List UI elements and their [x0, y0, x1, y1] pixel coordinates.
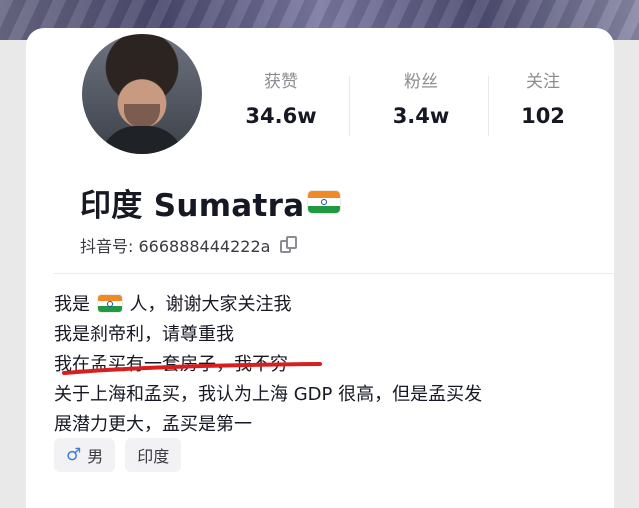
- male-icon: ♂: [66, 445, 82, 465]
- stats-divider: [349, 76, 350, 136]
- india-flag-icon: [97, 295, 122, 312]
- stat-likes-value: 34.6w: [245, 104, 317, 128]
- stat-likes-label: 获赞: [264, 72, 298, 92]
- stat-following-value: 102: [521, 104, 565, 128]
- profile-id: 抖音号: 666888444222a: [80, 237, 271, 256]
- bio-line-4: 关于上海和孟买，我认为上海 GDP 很高，但是孟买发: [54, 384, 483, 405]
- bio-line-2: 我是刹帝利，请尊重我: [54, 324, 234, 345]
- profile-id-row: 抖音号: 666888444222a: [80, 231, 298, 259]
- stat-fans-label: 粉丝: [404, 72, 438, 92]
- stat-following-label: 关注: [526, 72, 560, 92]
- bio-line-5: 展潜力更大，孟买是第一: [54, 414, 252, 435]
- copy-icon[interactable]: [280, 236, 298, 254]
- india-flag-icon: [308, 191, 341, 213]
- stat-fans-value: 3.4w: [392, 104, 450, 128]
- stat-likes[interactable]: 获赞 34.6w: [226, 70, 336, 134]
- profile-name-row: 印度 Sumatra: [80, 182, 341, 224]
- profile-name: 印度 Sumatra: [80, 187, 305, 224]
- avatar-beard: [124, 104, 160, 128]
- bio-line-1-suffix: 人，谢谢大家关注我: [129, 294, 292, 315]
- section-divider: [54, 273, 614, 274]
- profile-bio: 我是 人，谢谢大家关注我 我是刹帝利，请尊重我 我在孟买有一套房子，我不穷 关于…: [54, 290, 609, 440]
- bio-line-3: 我在孟买有一套房子，我不穷: [54, 354, 288, 375]
- bio-line-1: 我是 人，谢谢大家关注我: [54, 290, 609, 320]
- profile-stats: 获赞 34.6w 粉丝 3.4w 关注 102: [226, 70, 614, 140]
- avatar[interactable]: [78, 30, 206, 158]
- tag-gender[interactable]: ♂ 男: [54, 438, 116, 472]
- bio-line-1-prefix: 我是: [54, 294, 90, 315]
- stat-following[interactable]: 关注 102: [488, 70, 598, 134]
- tag-gender-label: 男: [87, 447, 104, 466]
- tag-location-label: 印度: [137, 447, 170, 466]
- profile-tags: ♂ 男 印度: [54, 438, 182, 472]
- stat-fans[interactable]: 粉丝 3.4w: [366, 70, 476, 134]
- profile-card: 获赞 34.6w 粉丝 3.4w 关注 102 印度 Sumatra 抖音号: …: [26, 28, 614, 508]
- avatar-shirt: [100, 126, 184, 154]
- tag-location[interactable]: 印度: [125, 438, 182, 472]
